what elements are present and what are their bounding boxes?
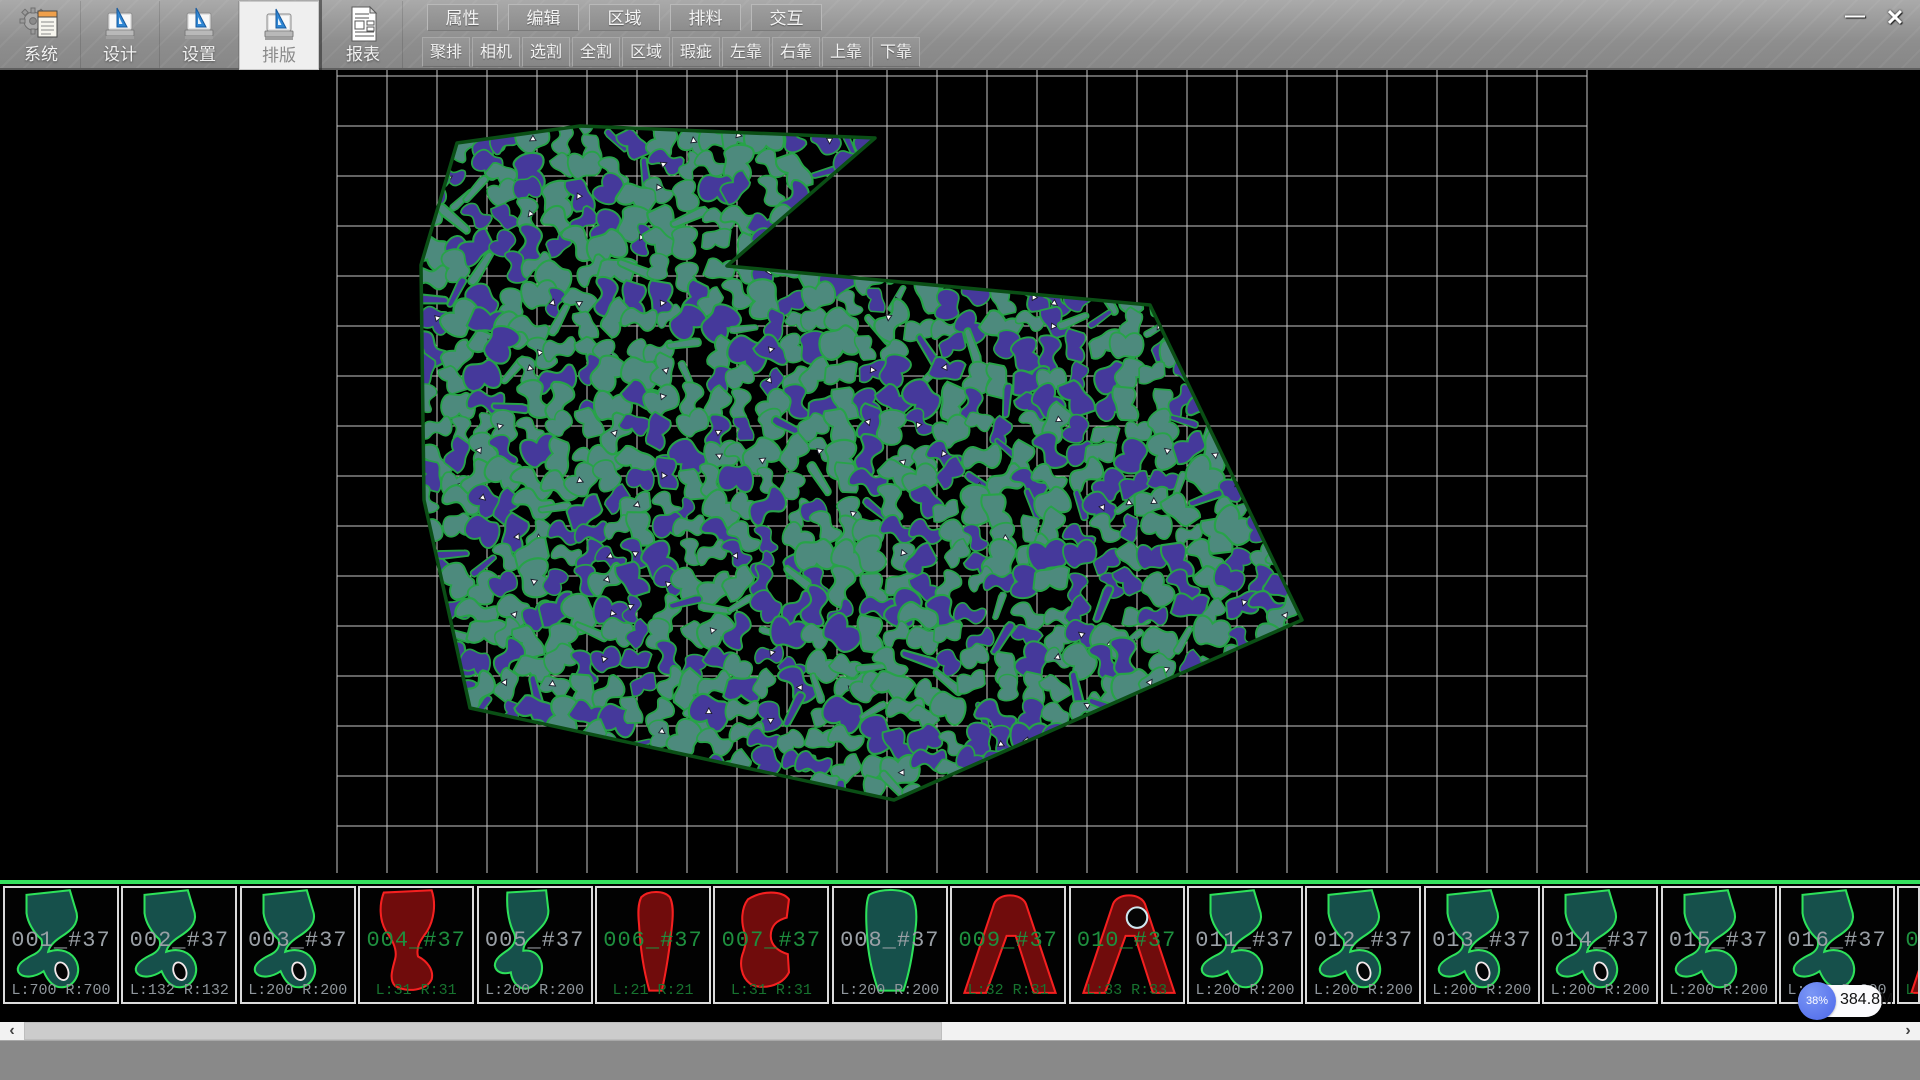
thumbnail-cell[interactable]: 009_#37 L:32 R:31 (950, 886, 1066, 1004)
piece-count-label: L:700 R:700 (5, 982, 117, 999)
memory-percent-indicator: 38% (1798, 982, 1836, 1020)
tool-align-left[interactable]: 左靠 (722, 37, 770, 67)
tool-select-cut[interactable]: 选割 (522, 37, 570, 67)
nav-tab-label: 排版 (240, 41, 318, 66)
menu-nesting[interactable]: 排料 (670, 4, 741, 31)
menu-interaction[interactable]: 交互 (751, 4, 822, 31)
toolbar-divider (319, 0, 322, 70)
piece-count-label: L:31 R:31 (715, 982, 827, 999)
thumbnail-cell[interactable]: 001_#37 L:700 R:700 (3, 886, 119, 1004)
nesting-canvas-svg (0, 70, 1920, 880)
piece-id-label: 011_#37 (1189, 928, 1301, 953)
thumbnail-cell[interactable]: 003_#37 L:200 R:200 (240, 886, 356, 1004)
tool-cluster-nest[interactable]: 聚排 (422, 37, 470, 67)
tool-align-bottom[interactable]: 下靠 (872, 37, 920, 67)
status-bar (0, 1040, 1920, 1080)
nav-tab-label: 设计 (81, 40, 159, 65)
notepad (38, 11, 57, 37)
piece-id-label: 014_#37 (1544, 928, 1656, 953)
thumbnail-cell[interactable]: 006_#37 L:21 R:21 (595, 886, 711, 1004)
memory-usage-value: 384.8M (1840, 991, 1893, 1009)
nav-tab-design[interactable]: 设计 (81, 1, 160, 68)
tool-region[interactable]: 区域 (622, 37, 670, 67)
piece-id-label: 002_#37 (123, 928, 235, 953)
piece-count-label: L:21 R:21 (597, 982, 709, 999)
nav-tab-label: 系统 (2, 40, 80, 65)
piece-id-label: 001_#37 (5, 928, 117, 953)
application-window: 系统 设计 设置 排版 (0, 0, 1920, 1080)
tool-camera[interactable]: 相机 (472, 37, 520, 67)
piece-count-label: L:200 R:200 (1426, 982, 1538, 999)
menu-properties[interactable]: 属性 (427, 4, 498, 31)
nav-tab-label: 报表 (324, 40, 402, 65)
scrollbar-thumb[interactable] (24, 1022, 942, 1040)
thumbnail-cell[interactable]: 014_#37 L:200 R:200 (1542, 886, 1658, 1004)
nav-tab-label: 设置 (160, 40, 238, 65)
thumbnail-cell[interactable]: 005_#37 L:200 R:200 (477, 886, 593, 1004)
piece-count-label: L:200 R:200 (834, 982, 946, 999)
piece-thumbnail-strip: 001_#37 L:700 R:700 002_#37 L:132 R:132 003_… (0, 884, 1920, 1010)
tool-defect[interactable]: 瑕疵 (672, 37, 720, 67)
memory-monitor-badge[interactable]: 38% 384.8M (1798, 985, 1882, 1017)
piece-id-label: 010_#37 (1071, 928, 1183, 953)
thumbnail-cell[interactable]: 007_#37 L:31 R:31 (713, 886, 829, 1004)
close-button[interactable]: ✕ (1876, 6, 1914, 30)
piece-id-label: 008_#37 (834, 928, 946, 953)
piece-count-label: L:200 R:200 (1307, 982, 1419, 999)
piece-count-label: L:32 R:31 (952, 982, 1064, 999)
thumbnail-cell-partial[interactable]: 0 L: (1897, 886, 1920, 1004)
piece-id-label: 004_#37 (360, 928, 472, 953)
thumbnail-cell[interactable]: 015_#37 L:200 R:200 (1661, 886, 1777, 1004)
nav-tab-nesting[interactable]: 排版 (239, 1, 319, 70)
piece-id-label: 0 (1899, 928, 1918, 953)
piece-id-label: 005_#37 (479, 928, 591, 953)
piece-id-label: 007_#37 (715, 928, 827, 953)
piece-count-label: L:132 R:132 (123, 982, 235, 999)
piece-id-label: 003_#37 (242, 928, 354, 953)
piece-count-label: L:200 R:200 (1189, 982, 1301, 999)
tool-cut-all[interactable]: 全割 (572, 37, 620, 67)
piece-id-label: 015_#37 (1663, 928, 1775, 953)
piece-id-label: 016_#37 (1781, 928, 1893, 953)
piece-count-label: L:200 R:200 (1544, 982, 1656, 999)
piece-count-label: L:31 R:31 (360, 982, 472, 999)
piece-id-label: 009_#37 (952, 928, 1064, 953)
piece-id-label: 012_#37 (1307, 928, 1419, 953)
piece-count-label: L:200 R:200 (242, 982, 354, 999)
nav-tab-system[interactable]: 系统 (2, 1, 81, 68)
piece-count-label: L:200 R:200 (479, 982, 591, 999)
main-toolbar: 系统 设计 设置 排版 (0, 0, 1920, 70)
piece-count-label: L:33 R:33 (1071, 982, 1183, 999)
minimize-button[interactable]: — (1838, 6, 1872, 30)
thumbnail-cell[interactable]: 013_#37 L:200 R:200 (1424, 886, 1540, 1004)
nav-tab-report[interactable]: 报表 (324, 1, 403, 68)
thumbnail-cell[interactable]: 012_#37 L:200 R:200 (1305, 886, 1421, 1004)
thumbnail-cell[interactable]: 010_#37 L:33 R:33 (1069, 886, 1185, 1004)
scroll-left-arrow[interactable]: ‹ (0, 1022, 24, 1040)
thumbnail-cell[interactable]: 002_#37 L:132 R:132 (121, 886, 237, 1004)
piece-count-label: L: (1899, 982, 1918, 999)
scroll-right-arrow[interactable]: › (1896, 1022, 1920, 1040)
nested-pieces-layer (395, 96, 1306, 817)
thumbnail-cell[interactable]: 004_#37 L:31 R:31 (358, 886, 474, 1004)
piece-id-label: 013_#37 (1426, 928, 1538, 953)
piece-id-label: 006_#37 (597, 928, 709, 953)
thumbnail-cell[interactable]: 011_#37 L:200 R:200 (1187, 886, 1303, 1004)
menu-edit[interactable]: 编辑 (508, 4, 579, 31)
tool-align-right[interactable]: 右靠 (772, 37, 820, 67)
nesting-canvas[interactable] (0, 70, 1920, 880)
piece-count-label: L:200 R:200 (1663, 982, 1775, 999)
tool-align-top[interactable]: 上靠 (822, 37, 870, 67)
horizontal-scrollbar[interactable]: ‹ › (0, 1022, 1920, 1040)
thumbnail-cell[interactable]: 008_#37 L:200 R:200 (832, 886, 948, 1004)
nav-tab-settings[interactable]: 设置 (160, 1, 239, 68)
menu-region[interactable]: 区域 (589, 4, 660, 31)
